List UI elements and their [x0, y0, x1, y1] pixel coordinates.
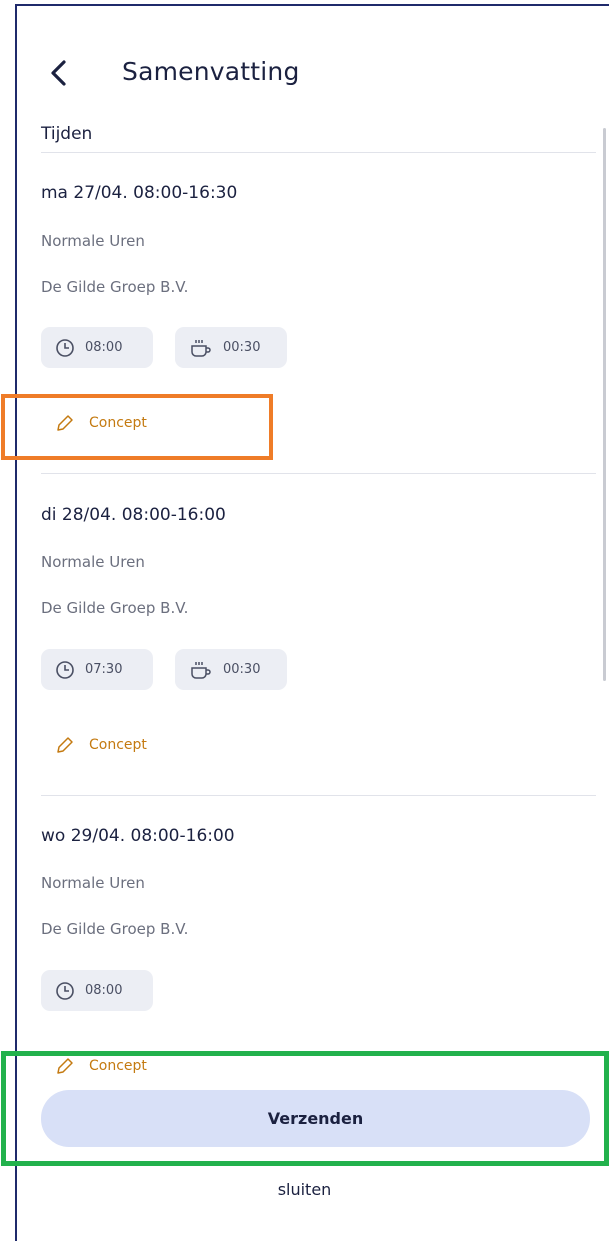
clock-icon — [56, 338, 74, 357]
pencil-icon — [57, 737, 73, 753]
section-divider — [41, 152, 596, 153]
entry-company: De Gilde Groep B.V. — [41, 920, 189, 938]
highlight-box-green — [1, 1051, 609, 1166]
break-chip: 00:30 — [175, 649, 287, 690]
coffee-cup-icon — [191, 661, 211, 679]
entry-type: Normale Uren — [41, 232, 145, 250]
entry-date: wo 29/04. 08:00-16:00 — [41, 826, 235, 846]
highlight-box-orange — [1, 394, 273, 460]
worked-hours-chip: 08:00 — [41, 327, 153, 368]
break-duration: 00:30 — [223, 340, 261, 355]
entry-date: ma 27/04. 08:00-16:30 — [41, 183, 238, 203]
worked-hours-chip: 08:00 — [41, 970, 153, 1011]
worked-hours: 08:00 — [85, 340, 123, 355]
entry-type: Normale Uren — [41, 874, 145, 892]
entry-type: Normale Uren — [41, 553, 145, 571]
page-title: Samenvatting — [122, 57, 300, 86]
break-duration: 00:30 — [223, 662, 261, 677]
worked-hours: 08:00 — [85, 983, 123, 998]
clock-icon — [56, 981, 74, 1000]
entry-date: di 28/04. 08:00-16:00 — [41, 505, 226, 525]
close-link[interactable]: sluiten — [0, 1180, 609, 1199]
chevron-left-icon — [51, 60, 66, 86]
entry-divider — [41, 795, 596, 796]
entry-company: De Gilde Groep B.V. — [41, 599, 189, 617]
section-title: Tijden — [41, 124, 93, 144]
status-label: Concept — [89, 737, 147, 753]
coffee-cup-icon — [191, 339, 211, 357]
clock-icon — [56, 660, 74, 679]
worked-hours-chip: 07:30 — [41, 649, 153, 690]
worked-hours: 07:30 — [85, 662, 123, 677]
status-concept[interactable]: Concept — [55, 735, 147, 755]
entry-divider — [41, 473, 596, 474]
back-button[interactable] — [49, 57, 71, 89]
scrollbar[interactable] — [603, 128, 606, 681]
break-chip: 00:30 — [175, 327, 287, 368]
entry-company: De Gilde Groep B.V. — [41, 278, 189, 296]
